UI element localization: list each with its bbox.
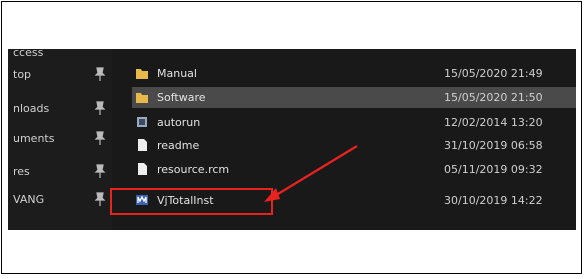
nav-item-label: res xyxy=(13,165,30,178)
pin-icon xyxy=(94,164,106,178)
pin-icon xyxy=(94,131,106,145)
folder-icon xyxy=(136,69,148,79)
file-row-readme[interactable]: readme 31/10/2019 06:58 xyxy=(132,135,576,156)
file-name: Software xyxy=(157,91,206,104)
file-name: resource.rcm xyxy=(157,163,230,176)
nav-item-pictures[interactable]: res xyxy=(8,162,112,182)
highlight-box xyxy=(110,188,273,215)
pin-icon xyxy=(94,101,106,115)
nav-item-documents[interactable]: uments xyxy=(8,129,112,149)
nav-item-downloads[interactable]: nloads xyxy=(8,99,112,119)
pin-icon xyxy=(94,192,106,206)
nav-item-label: ccess xyxy=(13,49,44,59)
file-date: 31/10/2019 06:58 xyxy=(444,139,543,152)
pin-icon xyxy=(94,67,106,81)
file-row-software[interactable]: Software 15/05/2020 21:50 xyxy=(132,87,576,108)
nav-item-label: uments xyxy=(13,132,55,145)
file-name: autorun xyxy=(157,116,201,129)
navigation-pane: ccess top nloads uments res VANG xyxy=(8,49,112,230)
file-date: 15/05/2020 21:50 xyxy=(444,91,543,104)
file-date: 05/11/2019 09:32 xyxy=(444,163,543,176)
image-frame: ccess top nloads uments res VANG Manual … xyxy=(1,1,582,274)
file-icon xyxy=(138,163,147,175)
nav-item-vang[interactable]: VANG xyxy=(8,190,112,210)
nav-item-label: top xyxy=(13,68,32,81)
nav-item-quick-access[interactable]: ccess xyxy=(8,49,112,63)
nav-item-label: VANG xyxy=(13,193,45,206)
nav-item-desktop[interactable]: top xyxy=(8,65,112,85)
file-date: 12/02/2014 13:20 xyxy=(444,116,543,129)
file-row-manual[interactable]: Manual 15/05/2020 21:49 xyxy=(132,63,576,84)
file-icon xyxy=(138,139,147,151)
file-row-resource[interactable]: resource.rcm 05/11/2019 09:32 xyxy=(132,159,576,180)
autorun-icon xyxy=(137,117,147,127)
file-name: readme xyxy=(157,139,200,152)
file-date: 30/10/2019 14:22 xyxy=(444,194,543,207)
nav-item-label: nloads xyxy=(13,102,50,115)
file-row-autorun[interactable]: autorun 12/02/2014 13:20 xyxy=(132,112,576,133)
file-name: Manual xyxy=(157,67,197,80)
file-date: 15/05/2020 21:49 xyxy=(444,67,543,80)
explorer-screenshot: ccess top nloads uments res VANG Manual … xyxy=(8,49,576,230)
folder-icon xyxy=(136,93,148,103)
